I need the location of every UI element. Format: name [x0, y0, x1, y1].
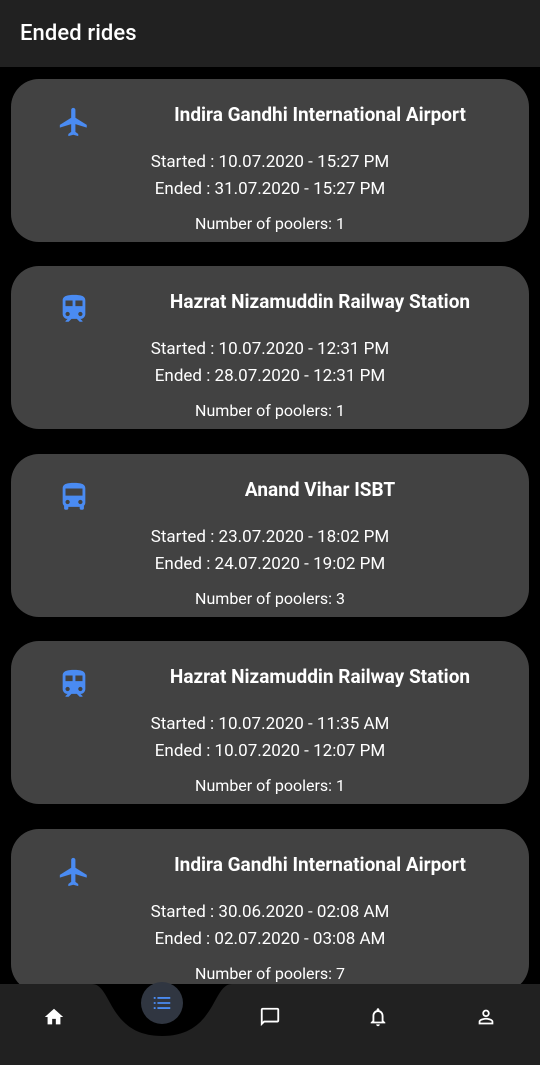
ride-destination: Indira Gandhi International Airport [174, 853, 466, 876]
ride-ended: Ended : 31.07.2020 - 15:27 PM [154, 179, 386, 199]
nav-notifications[interactable] [363, 1002, 393, 1032]
ride-started: Started : 30.06.2020 - 02:08 AM [150, 902, 390, 922]
bus-icon [55, 478, 93, 516]
nav-profile[interactable] [471, 1002, 501, 1032]
train-icon [55, 290, 93, 328]
chat-icon [260, 1007, 280, 1027]
ride-ended: Ended : 02.07.2020 - 03:08 AM [154, 929, 386, 949]
home-icon [44, 1008, 64, 1025]
ride-times: Started : 23.07.2020 - 18:02 PM Ended : … [11, 524, 529, 578]
ride-ended: Ended : 10.07.2020 - 12:07 PM [154, 741, 386, 761]
ride-card[interactable]: Indira Gandhi International Airport Star… [11, 79, 529, 242]
page-title: Ended rides [20, 21, 137, 46]
ride-poolers: Number of poolers: 1 [195, 776, 345, 795]
ride-poolers: Number of poolers: 1 [195, 214, 345, 233]
ride-card[interactable]: Hazrat Nizamuddin Railway Station Starte… [11, 641, 529, 804]
ride-started: Started : 10.07.2020 - 12:31 PM [150, 339, 390, 359]
ride-poolers: Number of poolers: 7 [195, 964, 345, 983]
ride-started: Started : 23.07.2020 - 18:02 PM [150, 527, 390, 547]
bell-icon [370, 1008, 386, 1027]
ride-card[interactable]: Hazrat Nizamuddin Railway Station Starte… [11, 266, 529, 429]
ride-times: Started : 10.07.2020 - 15:27 PM Ended : … [11, 149, 529, 203]
ride-ended: Ended : 28.07.2020 - 12:31 PM [154, 366, 386, 386]
rides-list[interactable]: Indira Gandhi International Airport Star… [0, 67, 540, 984]
ride-poolers: Number of poolers: 3 [195, 589, 345, 608]
ride-poolers: Number of poolers: 1 [195, 401, 345, 420]
ride-started: Started : 10.07.2020 - 11:35 AM [150, 714, 390, 734]
ride-times: Started : 30.06.2020 - 02:08 AM Ended : … [11, 899, 529, 953]
ride-started: Started : 10.07.2020 - 15:27 PM [150, 152, 390, 172]
list-icon [153, 997, 171, 1009]
airplane-icon [55, 103, 93, 141]
nav-home[interactable] [39, 1002, 69, 1032]
ride-card[interactable]: Indira Gandhi International Airport Star… [11, 829, 529, 984]
ride-times: Started : 10.07.2020 - 11:35 AM Ended : … [11, 711, 529, 765]
ride-destination: Anand Vihar ISBT [244, 478, 396, 501]
nav-list[interactable] [141, 982, 183, 1024]
person-icon [478, 1009, 494, 1025]
nav-messages[interactable] [255, 1002, 285, 1032]
ride-destination: Hazrat Nizamuddin Railway Station [169, 665, 471, 688]
ride-destination: Hazrat Nizamuddin Railway Station [169, 290, 471, 313]
airplane-icon [55, 853, 93, 891]
ride-card[interactable]: Anand Vihar ISBT Started : 23.07.2020 - … [11, 454, 529, 617]
ride-destination: Indira Gandhi International Airport [174, 103, 466, 126]
ride-ended: Ended : 24.07.2020 - 19:02 PM [154, 554, 386, 574]
bottom-navigation [0, 982, 540, 1065]
ride-times: Started : 10.07.2020 - 12:31 PM Ended : … [11, 336, 529, 390]
app-bar: Ended rides [0, 0, 540, 67]
train-icon [55, 665, 93, 703]
